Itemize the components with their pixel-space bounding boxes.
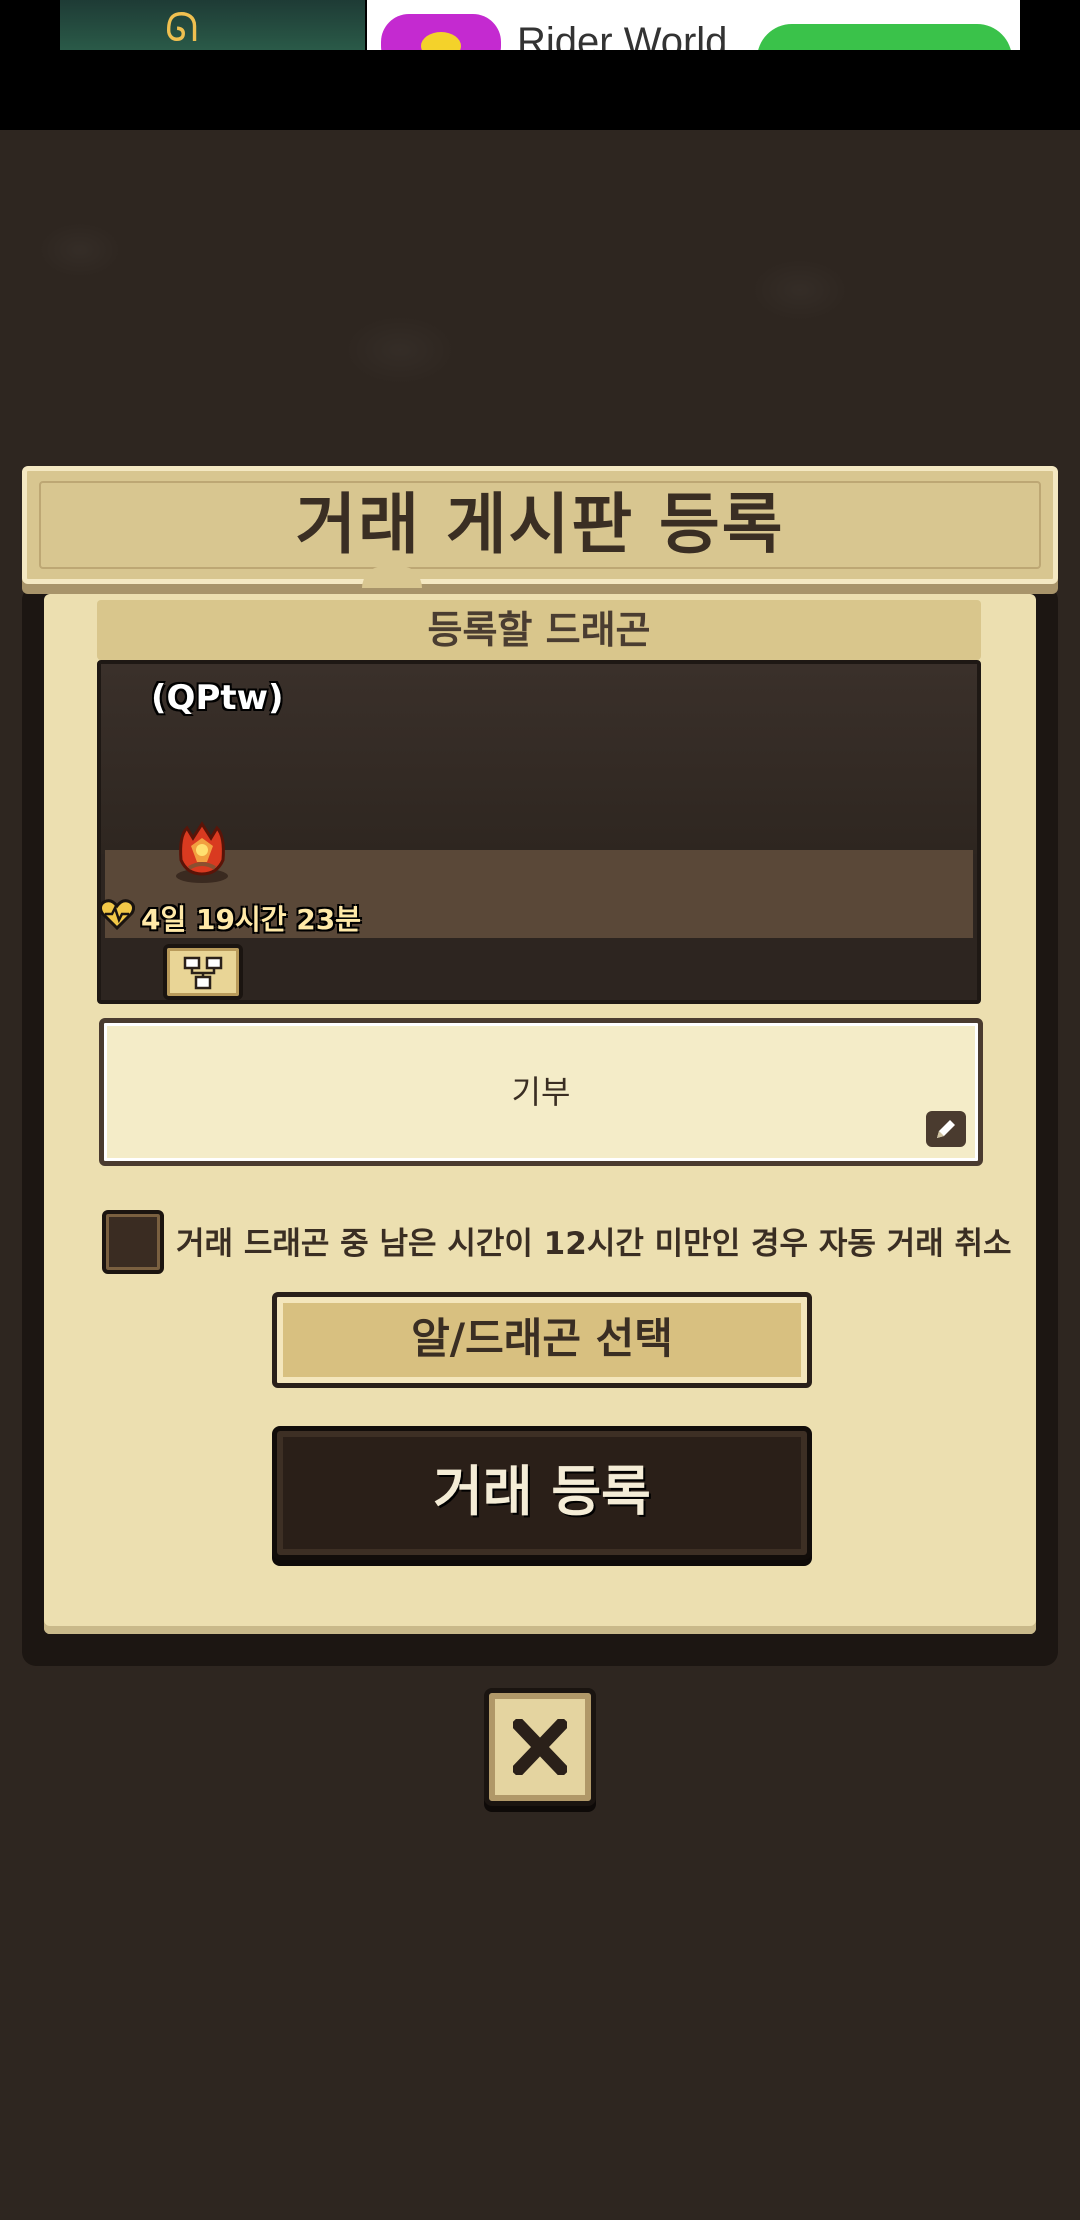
title-bar: 거래 게시판 등록 — [22, 466, 1058, 584]
register-trade-button[interactable]: 거래 등록 — [272, 1426, 812, 1560]
ad-thumbnail-icon: ᘏ — [165, 5, 199, 50]
ad-card[interactable]: Rider World — [367, 0, 1020, 50]
family-tree-button[interactable] — [163, 944, 243, 1000]
memo-text: 기부 — [511, 1073, 571, 1111]
ad-install-button[interactable] — [757, 24, 1012, 50]
close-icon — [513, 1719, 567, 1775]
edit-memo-button[interactable] — [926, 1111, 966, 1147]
memo-input[interactable]: 기부 — [99, 1018, 983, 1166]
dragon-sprite-icon[interactable] — [167, 816, 237, 886]
auto-cancel-checkbox[interactable] — [102, 1210, 164, 1274]
ad-thumbnail[interactable]: ᘏ — [60, 0, 365, 50]
auto-cancel-label[interactable]: 거래 드래곤 중 남은 시간이 12시간 미만인 경우 자동 거래 취소 — [176, 1218, 1012, 1263]
title-notch — [362, 566, 422, 588]
heart-icon — [101, 899, 135, 930]
ad-app-icon — [381, 14, 501, 50]
ad-app-name: Rider World — [517, 20, 728, 50]
section-title: 등록할 드래곤 — [97, 600, 981, 660]
status-strip — [0, 50, 1080, 130]
page-title: 거래 게시판 등록 — [295, 486, 785, 563]
select-egg-dragon-button[interactable]: 알/드래곤 선택 — [272, 1292, 812, 1388]
dragon-slot-panel[interactable]: (QPtw) 4일 19시간 23분 — [97, 660, 981, 1004]
dragon-name: (QPtw) — [151, 678, 284, 718]
pencil-icon — [937, 1120, 955, 1138]
ad-banner[interactable]: ᘏ Rider World — [0, 0, 1080, 50]
trade-register-modal: 거래 게시판 등록 등록할 드래곤 (QPtw) 4일 19시간 23분 기부 … — [22, 466, 1058, 1666]
family-tree-icon — [183, 956, 223, 990]
time-remaining: 4일 19시간 23분 — [141, 903, 361, 936]
close-button[interactable] — [484, 1688, 596, 1806]
